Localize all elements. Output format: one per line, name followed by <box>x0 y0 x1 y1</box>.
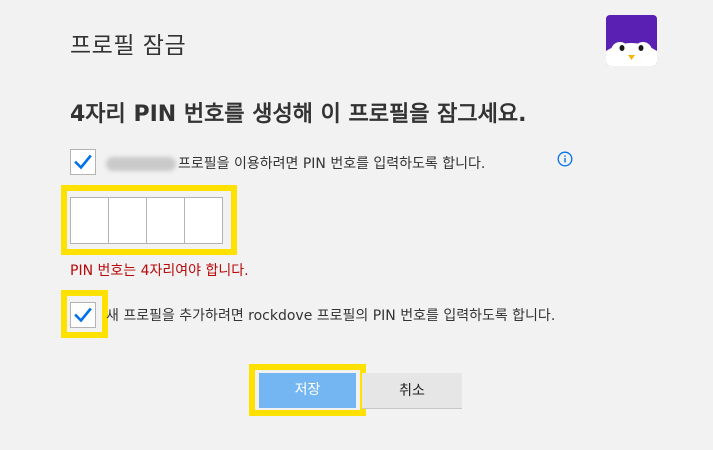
require-pin-new-profile-checkbox[interactable] <box>70 302 96 328</box>
pin-digit-3[interactable] <box>146 197 185 244</box>
pin-digit-4[interactable] <box>184 197 223 244</box>
checkmark-icon <box>74 154 92 170</box>
pin-input-group <box>70 197 223 244</box>
save-button[interactable]: 저장 <box>259 373 356 408</box>
require-pin-label-row: 프로필을 이용하려면 PIN 번호를 입력하도록 합니다. <box>106 153 485 173</box>
penguin-avatar-icon <box>606 15 657 66</box>
require-pin-label: 프로필을 이용하려면 PIN 번호를 입력하도록 합니다. <box>178 156 486 172</box>
pin-digit-2[interactable] <box>108 197 147 244</box>
redacted-profile-name <box>106 157 176 171</box>
checkmark-icon <box>74 307 92 323</box>
require-pin-new-profile-label: 새 프로필을 추가하려면 rockdove 프로필의 PIN 번호를 입력하도록… <box>106 308 556 324</box>
pin-error-message: PIN 번호는 4자리여야 합니다. <box>70 263 249 279</box>
require-pin-checkbox[interactable] <box>70 149 96 175</box>
pin-digit-1[interactable] <box>70 197 109 244</box>
cancel-button[interactable]: 취소 <box>362 373 462 409</box>
page-title: 프로필 잠금 <box>70 33 187 59</box>
profile-avatar <box>606 15 657 66</box>
info-icon[interactable] <box>557 151 573 167</box>
pin-lock-heading: 4자리 PIN 번호를 생성해 이 프로필을 잠그세요. <box>70 102 527 127</box>
